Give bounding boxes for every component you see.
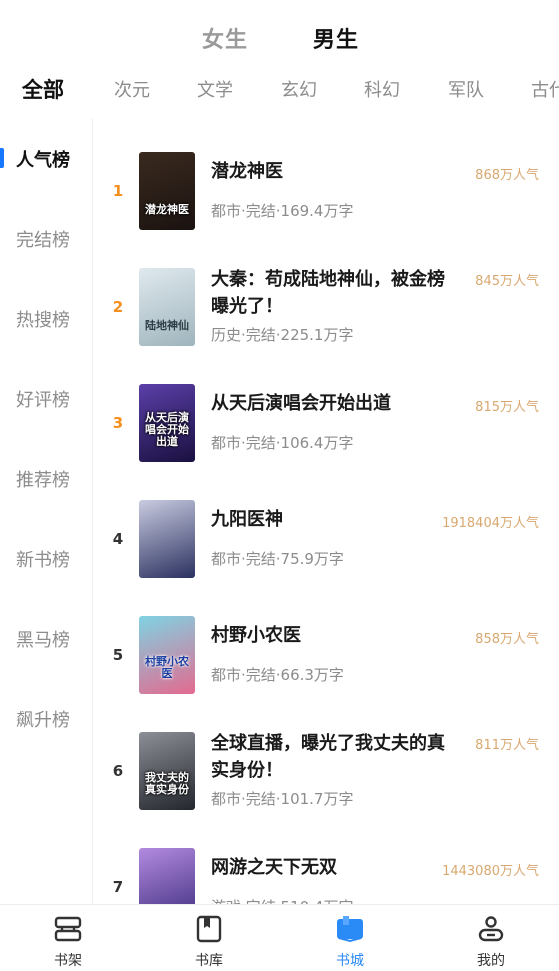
- book-cover[interactable]: [139, 848, 195, 904]
- sidebar-item-new-books[interactable]: 新书榜: [16, 546, 70, 572]
- popularity-count: 815万人气: [475, 400, 539, 415]
- category-tab-all[interactable]: 全部: [22, 74, 64, 104]
- rank-number: 7: [112, 878, 124, 896]
- cover-title: 我丈夫的真实身份: [145, 771, 189, 796]
- tab-female[interactable]: 女生: [202, 22, 248, 54]
- tab-male[interactable]: 男生: [313, 22, 359, 54]
- book-meta: 游戏·完结·510.4万字: [211, 896, 353, 904]
- rank-number: 5: [112, 646, 124, 664]
- rank-number: 2: [112, 298, 124, 316]
- gender-tabs: 女生 男生: [0, 22, 559, 56]
- bottom-tab-bar: 书架 书库 书城 我的: [0, 904, 559, 971]
- list-item[interactable]: 5 村野小农医 村野小农医 都市·完结·66.3万字 858万人气: [93, 616, 559, 732]
- category-tab-literature[interactable]: 文学: [197, 76, 233, 102]
- cover-title: 村野小农医: [145, 655, 189, 680]
- popularity-count: 1918404万人气: [442, 516, 539, 531]
- tab-label: 书架: [54, 953, 82, 969]
- book-title[interactable]: 村野小农医: [211, 622, 461, 649]
- library-icon: [196, 915, 222, 943]
- sidebar-item-popularity[interactable]: 人气榜: [16, 146, 70, 172]
- cover-title: 陆地神仙: [145, 319, 189, 332]
- sidebar-item-completed[interactable]: 完结榜: [16, 226, 70, 252]
- category-tab-military[interactable]: 军队: [448, 76, 484, 102]
- category-tab-fantasy[interactable]: 玄幻: [281, 76, 317, 102]
- book-cover[interactable]: 从天后演唱会开始出道: [139, 384, 195, 462]
- sidebar-item-dark-horse[interactable]: 黑马榜: [16, 626, 70, 652]
- book-cover[interactable]: 潜龙神医: [139, 152, 195, 230]
- category-tab-ancient[interactable]: 古代: [531, 76, 559, 102]
- book-title[interactable]: 潜龙神医: [211, 158, 461, 185]
- book-meta: 都市·完结·101.7万字: [211, 790, 354, 808]
- sidebar-item-recommended[interactable]: 推荐榜: [16, 466, 70, 492]
- popularity-count: 858万人气: [475, 632, 539, 647]
- ranking-sidebar: 人气榜 完结榜 热搜榜 好评榜 推荐榜 新书榜 黑马榜 飙升榜: [0, 118, 93, 904]
- popularity-count: 811万人气: [475, 738, 539, 753]
- sidebar-item-top-rated[interactable]: 好评榜: [16, 386, 70, 412]
- book-title[interactable]: 从天后演唱会开始出道: [211, 390, 461, 417]
- bookstore-icon: [337, 916, 363, 943]
- rank-number: 6: [112, 762, 124, 780]
- popularity-count: 868万人气: [475, 168, 539, 183]
- list-item[interactable]: 4 九阳医神 都市·完结·75.9万字 1918404万人气: [93, 500, 559, 616]
- rank-number: 1: [112, 182, 124, 200]
- tab-label: 我的: [477, 953, 505, 969]
- rank-number: 4: [112, 530, 124, 548]
- list-item[interactable]: 3 从天后演唱会开始出道 从天后演唱会开始出道 都市·完结·106.4万字 81…: [93, 384, 559, 500]
- list-item[interactable]: 2 陆地神仙 大秦：苟成陆地神仙，被金榜曝光了！ 历史·完结·225.1万字 8…: [93, 268, 559, 384]
- tab-label: 书城: [336, 953, 364, 969]
- category-tab-anime[interactable]: 次元: [114, 76, 150, 102]
- popularity-count: 845万人气: [475, 274, 539, 289]
- book-title[interactable]: 大秦：苟成陆地神仙，被金榜曝光了！: [211, 266, 461, 320]
- sidebar-item-hot-search[interactable]: 热搜榜: [16, 306, 70, 332]
- profile-icon: [478, 916, 504, 942]
- bookshelf-icon: [54, 916, 82, 942]
- book-meta: 都市·完结·75.9万字: [211, 550, 344, 568]
- sidebar-item-rising[interactable]: 飙升榜: [16, 706, 70, 732]
- book-title[interactable]: 九阳医神: [211, 506, 461, 533]
- category-tab-scifi[interactable]: 科幻: [364, 76, 400, 102]
- book-meta: 都市·完结·66.3万字: [211, 666, 344, 684]
- category-tabs: 全部 次元 文学 玄幻 科幻 军队 古代: [0, 74, 559, 106]
- book-cover[interactable]: 村野小农医: [139, 616, 195, 694]
- book-list: 1 潜龙神医 潜龙神医 都市·完结·169.4万字 868万人气 2 陆地神仙 …: [93, 118, 559, 904]
- cover-title: 潜龙神医: [145, 203, 189, 216]
- book-cover[interactable]: [139, 500, 195, 578]
- rank-number: 3: [112, 414, 124, 432]
- book-title[interactable]: 网游之天下无双: [211, 854, 461, 881]
- book-meta: 都市·完结·169.4万字: [211, 202, 354, 220]
- book-title[interactable]: 全球直播，曝光了我丈夫的真实身份！: [211, 730, 461, 784]
- book-meta: 都市·完结·106.4万字: [211, 434, 354, 452]
- book-cover[interactable]: 陆地神仙: [139, 268, 195, 346]
- book-cover[interactable]: 我丈夫的真实身份: [139, 732, 195, 810]
- tab-label: 书库: [195, 953, 223, 969]
- list-item[interactable]: 7 网游之天下无双 游戏·完结·510.4万字 1443080万人气: [93, 848, 559, 904]
- list-item[interactable]: 1 潜龙神医 潜龙神医 都市·完结·169.4万字 868万人气: [93, 152, 559, 268]
- list-item[interactable]: 6 我丈夫的真实身份 全球直播，曝光了我丈夫的真实身份！ 都市·完结·101.7…: [93, 732, 559, 848]
- cover-title: 从天后演唱会开始出道: [145, 411, 189, 448]
- active-indicator: [0, 148, 4, 168]
- popularity-count: 1443080万人气: [442, 864, 539, 879]
- book-meta: 历史·完结·225.1万字: [211, 326, 354, 344]
